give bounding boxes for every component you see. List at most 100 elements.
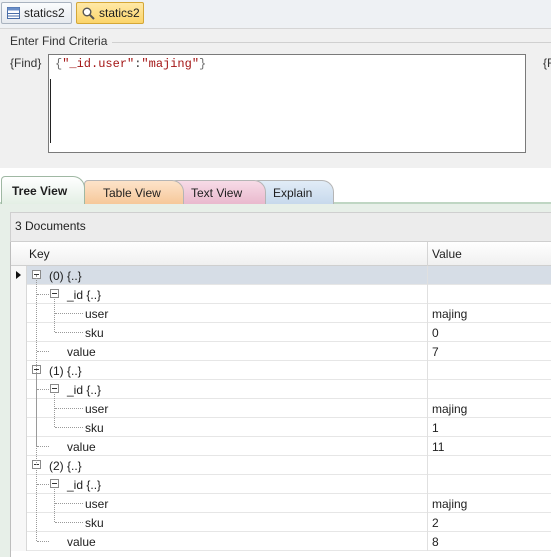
row-value: 1: [432, 421, 439, 435]
table-row[interactable]: sku 1: [11, 418, 551, 437]
tab-text-view[interactable]: Text View: [172, 180, 266, 204]
cell-divider: [427, 266, 428, 285]
tab-explain[interactable]: Explain: [254, 180, 334, 204]
tree-grid[interactable]: Key Value (0) {..} _id {..} user majing sku 0…: [10, 242, 551, 557]
tree-connector-line: [54, 299, 55, 332]
find-label: {Find}: [10, 56, 42, 70]
table-row[interactable]: value 11: [11, 437, 551, 456]
tab-table-view[interactable]: Table View: [84, 180, 184, 204]
table-row[interactable]: user majing: [11, 494, 551, 513]
document-tab-statics2-table[interactable]: statics2: [1, 2, 72, 24]
cell-divider: [427, 342, 428, 361]
table-row[interactable]: _id {..}: [11, 380, 551, 399]
row-key: sku: [85, 516, 104, 530]
find-label-right: {F: [543, 56, 551, 70]
row-header[interactable]: [11, 456, 27, 475]
row-key: _id {..}: [67, 288, 102, 302]
row-value: majing: [432, 402, 468, 416]
tree-connector-line: [55, 408, 83, 409]
row-value: 7: [432, 345, 439, 359]
search-icon: [82, 7, 95, 20]
collapse-toggle-icon[interactable]: [50, 289, 59, 298]
row-key: user: [85, 307, 109, 321]
document-tab-bar: statics2 statics2: [0, 0, 551, 28]
query-key: "_id.user": [62, 57, 135, 71]
table-row[interactable]: sku 2: [11, 513, 551, 532]
table-row[interactable]: sku 0: [11, 323, 551, 342]
row-header[interactable]: [11, 532, 27, 551]
document-tab-label: statics2: [99, 6, 140, 20]
row-key: (0) {..}: [49, 269, 82, 283]
text-cursor: [50, 79, 51, 143]
table-row[interactable]: (1) {..}: [11, 361, 551, 380]
table-row[interactable]: _id {..}: [11, 475, 551, 494]
table-row[interactable]: user majing: [11, 399, 551, 418]
document-tab-statics2-find[interactable]: statics2: [76, 2, 144, 24]
cell-divider: [427, 456, 428, 475]
criteria-title: Enter Find Criteria: [10, 34, 108, 48]
results-panel: 3 Documents Key Value (0) {..} _id {..} us…: [0, 204, 551, 557]
cell-divider: [427, 513, 428, 532]
find-criteria-panel: Enter Find Criteria {Find} {F {"_id.user…: [0, 28, 551, 168]
row-header[interactable]: [11, 323, 27, 342]
column-divider[interactable]: [427, 242, 428, 266]
row-header[interactable]: [11, 285, 27, 304]
row-value: majing: [432, 307, 468, 321]
row-key: _id {..}: [67, 383, 102, 397]
table-row[interactable]: (2) {..}: [11, 456, 551, 475]
cell-divider: [427, 304, 428, 323]
document-count: 3 Documents: [10, 212, 551, 242]
row-key: sku: [85, 421, 104, 435]
tree-connector-line: [55, 332, 83, 333]
row-header[interactable]: [11, 475, 27, 494]
tree-connector-line: [36, 470, 37, 541]
collapse-toggle-icon[interactable]: [50, 479, 59, 488]
row-key: user: [85, 497, 109, 511]
cell-divider: [427, 437, 428, 456]
row-value: 0: [432, 326, 439, 340]
table-row[interactable]: user majing: [11, 304, 551, 323]
row-header[interactable]: [11, 266, 27, 285]
row-header[interactable]: [11, 304, 27, 323]
row-key: value: [67, 345, 96, 359]
row-key: (2) {..}: [49, 459, 82, 473]
result-view-tabs: Explain Text View Table View Tree View: [0, 170, 551, 204]
row-value: 2: [432, 516, 439, 530]
row-key: user: [85, 402, 109, 416]
row-header[interactable]: [11, 513, 27, 532]
tree-connector-line: [37, 541, 49, 542]
row-value: 11: [432, 440, 445, 454]
cell-divider: [427, 475, 428, 494]
row-header[interactable]: [11, 361, 27, 380]
row-key: sku: [85, 326, 104, 340]
tree-connector-line: [37, 294, 49, 295]
query-value: "majing": [141, 57, 200, 71]
collapse-toggle-icon[interactable]: [50, 384, 59, 393]
row-value: majing: [432, 497, 468, 511]
table-row[interactable]: value 7: [11, 342, 551, 361]
row-key: value: [67, 535, 96, 549]
row-header[interactable]: [11, 380, 27, 399]
row-header[interactable]: [11, 342, 27, 361]
column-header-value[interactable]: Value: [432, 247, 462, 261]
row-value: 8: [432, 535, 439, 549]
find-query-editor[interactable]: {"_id.user":"majing"}: [48, 54, 526, 153]
cell-divider: [427, 532, 428, 551]
row-header[interactable]: [11, 399, 27, 418]
table-row[interactable]: (0) {..}: [11, 266, 551, 285]
table-row[interactable]: value 8: [11, 532, 551, 551]
query-close-brace: }: [199, 57, 207, 71]
column-header-key[interactable]: Key: [29, 247, 50, 261]
tree-connector-line: [55, 313, 83, 314]
tab-tree-view[interactable]: Tree View: [1, 176, 85, 204]
cell-divider: [427, 380, 428, 399]
row-header[interactable]: [11, 437, 27, 456]
cell-divider: [427, 494, 428, 513]
current-row-arrow-icon: [16, 271, 21, 279]
tree-connector-line: [37, 484, 49, 485]
tree-connector-line: [54, 394, 55, 427]
row-header[interactable]: [11, 494, 27, 513]
tree-connector-line: [37, 389, 49, 390]
row-header[interactable]: [11, 418, 27, 437]
table-row[interactable]: _id {..}: [11, 285, 551, 304]
